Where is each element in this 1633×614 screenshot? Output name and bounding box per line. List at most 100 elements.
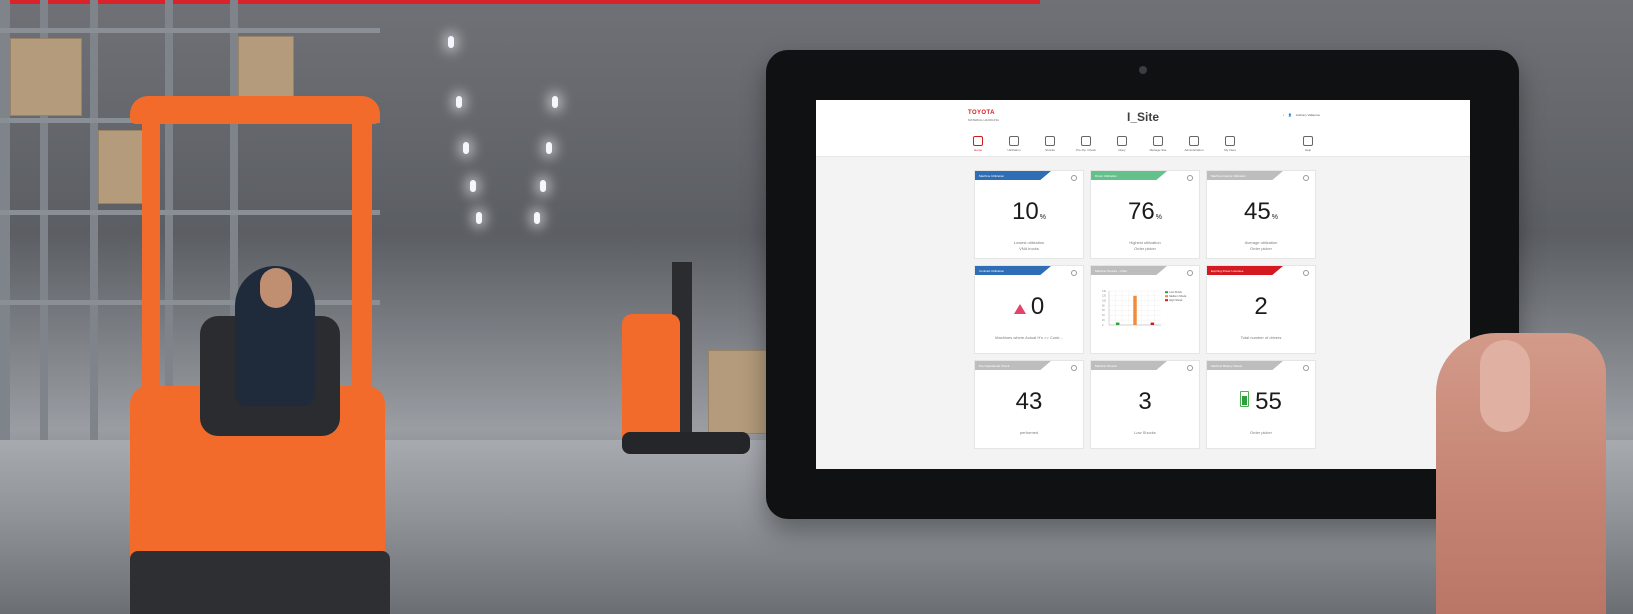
- left-rack-beam-1: [0, 28, 380, 33]
- card-value: 2: [1254, 293, 1268, 320]
- notification-icon[interactable]: •: [1283, 113, 1284, 117]
- card-subtext-1: Average utilization: [1244, 240, 1278, 245]
- nav-administration-label: Administration: [1184, 148, 1204, 152]
- card-header: Machine Battery Status: [1207, 361, 1283, 370]
- value-row: 55: [1207, 390, 1315, 414]
- y-tick-label: 0: [1102, 324, 1104, 327]
- y-tick-label: 100: [1102, 300, 1107, 303]
- card-expiring-driver-licenses[interactable]: Expiring Driver Licenses 2 Total number …: [1206, 265, 1316, 354]
- card-pre-operational-check[interactable]: Pre Operational Check 43 performed: [974, 360, 1084, 449]
- nav-shocks[interactable]: Shocks: [1038, 136, 1062, 152]
- gear-icon[interactable]: [1071, 175, 1077, 181]
- nav-my-fleet-label: My Fleet: [1224, 148, 1236, 152]
- y-tick-label: 140: [1102, 290, 1107, 293]
- user-name[interactable]: Anthony Valtaumo: [1296, 113, 1320, 117]
- gear-icon[interactable]: [1187, 365, 1193, 371]
- card-unit: %: [1155, 214, 1162, 221]
- nav-diary-label: Diary: [1118, 148, 1126, 152]
- nav-administration[interactable]: Administration: [1182, 136, 1206, 152]
- nav-manage-site[interactable]: Manage Site: [1146, 136, 1170, 152]
- card-unit: %: [1039, 214, 1046, 221]
- card-subtext-2: Order picker: [1133, 246, 1156, 251]
- checklist-icon: [1081, 136, 1091, 146]
- card-machine-shocks[interactable]: Machine Shocks 3 Low Shocks: [1090, 360, 1200, 449]
- diary-icon: [1117, 136, 1127, 146]
- orange-forklift-main: [130, 96, 390, 614]
- nav-diary[interactable]: Diary: [1110, 136, 1134, 152]
- nav-utilization[interactable]: Utilization: [1002, 136, 1026, 152]
- nav-preop-check-label: Pre-Op. Check: [1076, 148, 1096, 152]
- fleet-icon: [1225, 136, 1235, 146]
- user-nav[interactable]: • 👤 Anthony Valtaumo: [1283, 113, 1320, 117]
- forklift-body-small: [622, 314, 680, 446]
- value-row: 45 %: [1207, 200, 1315, 224]
- card-machine-utilization[interactable]: Machine Utilization 10 % Lowest utilizat…: [974, 170, 1084, 259]
- gear-icon[interactable]: [1303, 175, 1309, 181]
- app-header: TOYOTA MATERIAL HANDLING I_Site • 👤 Anth…: [816, 100, 1470, 157]
- card-subtext-1: Highest utilization: [1129, 240, 1161, 245]
- card-header: Contract Utilization: [975, 266, 1051, 275]
- card-subtext-1: Low Shocks: [1134, 430, 1156, 435]
- legend-swatch: [1165, 291, 1168, 294]
- app-title: I_Site: [1126, 110, 1159, 124]
- card-driver-utilization[interactable]: Driver Utilization 76 % Highest utilizat…: [1090, 170, 1200, 259]
- card-header: Machine Shocks - Chart: [1091, 266, 1167, 275]
- forklift-roof: [130, 96, 380, 124]
- gear-icon[interactable]: [1303, 365, 1309, 371]
- nav-preop-check[interactable]: Pre-Op. Check: [1074, 136, 1098, 152]
- warehouse-scene: TOYOTA MATERIAL HANDLING I_Site • 👤 Anth…: [0, 0, 1633, 614]
- value-row: 10 %: [975, 200, 1083, 224]
- legend-label: Medium Shock: [1169, 294, 1187, 298]
- value-row: 3: [1091, 390, 1199, 414]
- chart-bar: [1150, 322, 1155, 325]
- card-value: 76: [1128, 198, 1155, 225]
- legend-swatch: [1165, 295, 1168, 298]
- y-tick-label: 120: [1102, 295, 1107, 298]
- value-row: 43: [975, 390, 1083, 414]
- ceiling-light-6: [552, 96, 558, 108]
- help-icon: [1303, 136, 1313, 146]
- card-header: Driver Utilization: [1091, 171, 1167, 180]
- chart-bar: [1133, 295, 1137, 325]
- card-machine-battery-status[interactable]: Machine Battery Status 55 Order picker: [1206, 360, 1316, 449]
- value-row: 76 %: [1091, 200, 1199, 224]
- forklift-base-small: [622, 432, 750, 454]
- y-tick-label: 60: [1102, 309, 1105, 312]
- nav-utilization-label: Utilization: [1007, 148, 1021, 152]
- gear-icon[interactable]: [1071, 365, 1077, 371]
- alert-triangle-icon: [1013, 304, 1026, 314]
- gear-icon[interactable]: [1187, 175, 1193, 181]
- legend-label: Low Shock: [1169, 290, 1182, 294]
- card-value: 55: [1255, 388, 1282, 415]
- card-contract-utilization[interactable]: Contract Utilization 0 Machines where Ac…: [974, 265, 1084, 354]
- gear-icon[interactable]: [1071, 270, 1077, 276]
- legend-swatch: [1165, 299, 1168, 302]
- forklift-base: [130, 551, 390, 614]
- thumb: [1480, 340, 1530, 432]
- ceiling-light-8: [540, 180, 546, 192]
- card-header: Machine Family Utilization: [1207, 171, 1283, 180]
- card-subtext-2: Order picker: [1249, 246, 1272, 251]
- card-unit: %: [1271, 214, 1278, 221]
- card-machine-shocks-chart[interactable]: Machine Shocks - Chart 140 120 100 80 60 40 20…: [1090, 265, 1200, 354]
- nav-home[interactable]: Home: [966, 136, 990, 152]
- gear-icon[interactable]: [1303, 270, 1309, 276]
- battery-icon: [1240, 391, 1250, 407]
- tablet-screen: TOYOTA MATERIAL HANDLING I_Site • 👤 Anth…: [816, 100, 1470, 469]
- main-navigation: Home Utilization Shocks Pre-Op. Check Di…: [966, 134, 1320, 152]
- card-value: 45: [1244, 198, 1271, 225]
- ceiling-light-3: [463, 142, 469, 154]
- nav-my-fleet[interactable]: My Fleet: [1218, 136, 1242, 152]
- card-subtext-1: Total number of drivers: [1240, 335, 1282, 340]
- card-machine-family-utilization[interactable]: Machine Family Utilization 45 % Average …: [1206, 170, 1316, 259]
- value-row: 2: [1207, 295, 1315, 319]
- card-header: Expiring Driver Licenses: [1207, 266, 1283, 275]
- card-value: 3: [1138, 388, 1152, 415]
- top-accent-line: [0, 0, 1040, 4]
- card-value: 0: [1030, 293, 1045, 320]
- ceiling-light-4: [470, 180, 476, 192]
- nav-shocks-label: Shocks: [1045, 148, 1055, 152]
- gear-icon[interactable]: [1187, 270, 1193, 276]
- tablet-device: TOYOTA MATERIAL HANDLING I_Site • 👤 Anth…: [766, 50, 1519, 519]
- nav-help[interactable]: Help: [1296, 136, 1320, 152]
